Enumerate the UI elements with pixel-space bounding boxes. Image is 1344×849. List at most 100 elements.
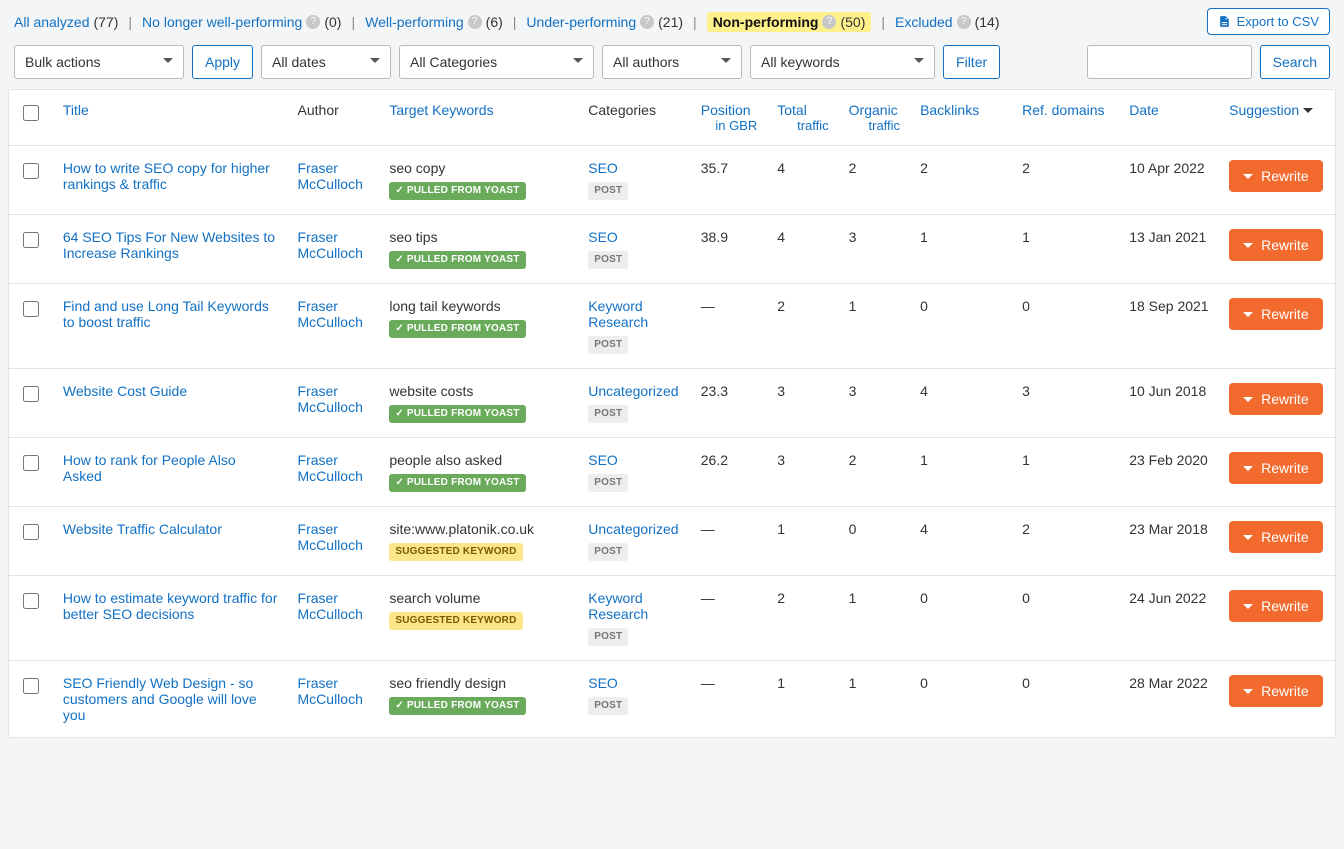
performance-tabs: All analyzed (77)|No longer well-perform… [14, 12, 1203, 32]
rewrite-button[interactable]: Rewrite [1229, 452, 1322, 484]
row-checkbox[interactable] [23, 593, 39, 609]
author-link[interactable]: Fraser McCulloch [298, 675, 363, 707]
cell-date: 23 Mar 2018 [1119, 507, 1219, 576]
help-icon[interactable]: ? [822, 15, 836, 29]
author-link[interactable]: Fraser McCulloch [298, 160, 363, 192]
suggested-keyword-badge: SUGGESTED KEYWORD [389, 543, 522, 561]
select-all-checkbox[interactable] [23, 105, 39, 121]
tab-excluded[interactable]: Excluded ? (14) [895, 14, 1000, 30]
tab-well-performing[interactable]: Well-performing ? (6) [365, 14, 503, 30]
cell-back: 4 [910, 507, 1012, 576]
rewrite-button[interactable]: Rewrite [1229, 229, 1322, 261]
export-csv-button[interactable]: Export to CSV [1207, 8, 1330, 35]
category-link[interactable]: Keyword Research [588, 298, 681, 330]
row-checkbox[interactable] [23, 678, 39, 694]
author-link[interactable]: Fraser McCulloch [298, 452, 363, 484]
rewrite-button[interactable]: Rewrite [1229, 590, 1322, 622]
post-title-link[interactable]: How to rank for People Also Asked [63, 452, 236, 484]
yoast-badge: ✓ PULLED FROM YOAST [389, 251, 525, 269]
post-type-badge: POST [588, 697, 628, 715]
dates-select[interactable]: All dates [261, 45, 391, 79]
category-link[interactable]: Uncategorized [588, 521, 681, 537]
categories-select[interactable]: All Categories [399, 45, 594, 79]
rewrite-button[interactable]: Rewrite [1229, 298, 1322, 330]
row-checkbox[interactable] [23, 524, 39, 540]
author-link[interactable]: Fraser McCulloch [298, 229, 363, 261]
search-button[interactable]: Search [1260, 45, 1330, 79]
row-checkbox[interactable] [23, 301, 39, 317]
tab-no-longer-well-performing[interactable]: No longer well-performing ? (0) [142, 14, 341, 30]
row-checkbox[interactable] [23, 455, 39, 471]
search-input[interactable] [1087, 45, 1252, 79]
cell-pos: — [691, 507, 768, 576]
author-link[interactable]: Fraser McCulloch [298, 521, 363, 553]
help-icon[interactable]: ? [468, 15, 482, 29]
bulk-actions-select[interactable]: Bulk actions [14, 45, 184, 79]
category-link[interactable]: SEO [588, 675, 681, 691]
post-title-link[interactable]: How to write SEO copy for higher ranking… [63, 160, 270, 192]
cell-ref: 3 [1012, 369, 1119, 438]
yoast-badge: ✓ PULLED FROM YOAST [389, 697, 525, 715]
tab-all-analyzed[interactable]: All analyzed (77) [14, 14, 118, 30]
help-icon[interactable]: ? [957, 15, 971, 29]
sort-desc-icon [1303, 108, 1313, 118]
row-checkbox[interactable] [23, 386, 39, 402]
cell-back: 0 [910, 576, 1012, 661]
cell-total: 1 [767, 661, 838, 738]
col-target-keywords[interactable]: Target Keywords [389, 102, 493, 118]
keywords-select[interactable]: All keywords [750, 45, 935, 79]
row-checkbox[interactable] [23, 232, 39, 248]
cell-pos: 26.2 [691, 438, 768, 507]
author-link[interactable]: Fraser McCulloch [298, 298, 363, 330]
cell-ref: 1 [1012, 438, 1119, 507]
col-position[interactable]: Position [701, 102, 751, 118]
rewrite-button[interactable]: Rewrite [1229, 521, 1322, 553]
col-categories: Categories [578, 90, 691, 146]
apply-button[interactable]: Apply [192, 45, 253, 79]
col-backlinks[interactable]: Backlinks [920, 102, 979, 118]
table-row: SEO Friendly Web Design - so customers a… [9, 661, 1336, 738]
cell-date: 23 Feb 2020 [1119, 438, 1219, 507]
cell-back: 1 [910, 438, 1012, 507]
target-keyword: website costs [389, 383, 568, 399]
rewrite-button[interactable]: Rewrite [1229, 160, 1322, 192]
cell-pos: — [691, 284, 768, 369]
cell-organic: 3 [839, 369, 910, 438]
post-title-link[interactable]: How to estimate keyword traffic for bett… [63, 590, 277, 622]
tab-non-performing[interactable]: Non-performing ? (50) [707, 12, 872, 32]
category-link[interactable]: SEO [588, 452, 681, 468]
cell-back: 1 [910, 215, 1012, 284]
col-ref-domains[interactable]: Ref. domains [1022, 102, 1104, 118]
cell-organic: 0 [839, 507, 910, 576]
target-keyword: people also asked [389, 452, 568, 468]
post-title-link[interactable]: Website Traffic Calculator [63, 521, 222, 537]
category-link[interactable]: Uncategorized [588, 383, 681, 399]
post-title-link[interactable]: 64 SEO Tips For New Websites to Increase… [63, 229, 275, 261]
col-total-traffic[interactable]: Total [777, 102, 807, 118]
tab-under-performing[interactable]: Under-performing ? (21) [526, 14, 683, 30]
authors-select[interactable]: All authors [602, 45, 742, 79]
category-link[interactable]: SEO [588, 160, 681, 176]
cell-ref: 1 [1012, 215, 1119, 284]
help-icon[interactable]: ? [306, 15, 320, 29]
table-row: Find and use Long Tail Keywords to boost… [9, 284, 1336, 369]
post-title-link[interactable]: Find and use Long Tail Keywords to boost… [63, 298, 269, 330]
post-title-link[interactable]: Website Cost Guide [63, 383, 187, 399]
col-date[interactable]: Date [1129, 102, 1159, 118]
author-link[interactable]: Fraser McCulloch [298, 383, 363, 415]
row-checkbox[interactable] [23, 163, 39, 179]
target-keyword: seo copy [389, 160, 568, 176]
col-suggestion[interactable]: Suggestion [1229, 102, 1299, 118]
rewrite-button[interactable]: Rewrite [1229, 675, 1322, 707]
post-title-link[interactable]: SEO Friendly Web Design - so customers a… [63, 675, 257, 723]
table-row: How to estimate keyword traffic for bett… [9, 576, 1336, 661]
filter-button[interactable]: Filter [943, 45, 1000, 79]
col-title[interactable]: Title [63, 102, 89, 118]
category-link[interactable]: SEO [588, 229, 681, 245]
help-icon[interactable]: ? [640, 15, 654, 29]
rewrite-button[interactable]: Rewrite [1229, 383, 1322, 415]
category-link[interactable]: Keyword Research [588, 590, 681, 622]
col-organic-traffic[interactable]: Organic [849, 102, 898, 118]
post-type-badge: POST [588, 336, 628, 354]
author-link[interactable]: Fraser McCulloch [298, 590, 363, 622]
